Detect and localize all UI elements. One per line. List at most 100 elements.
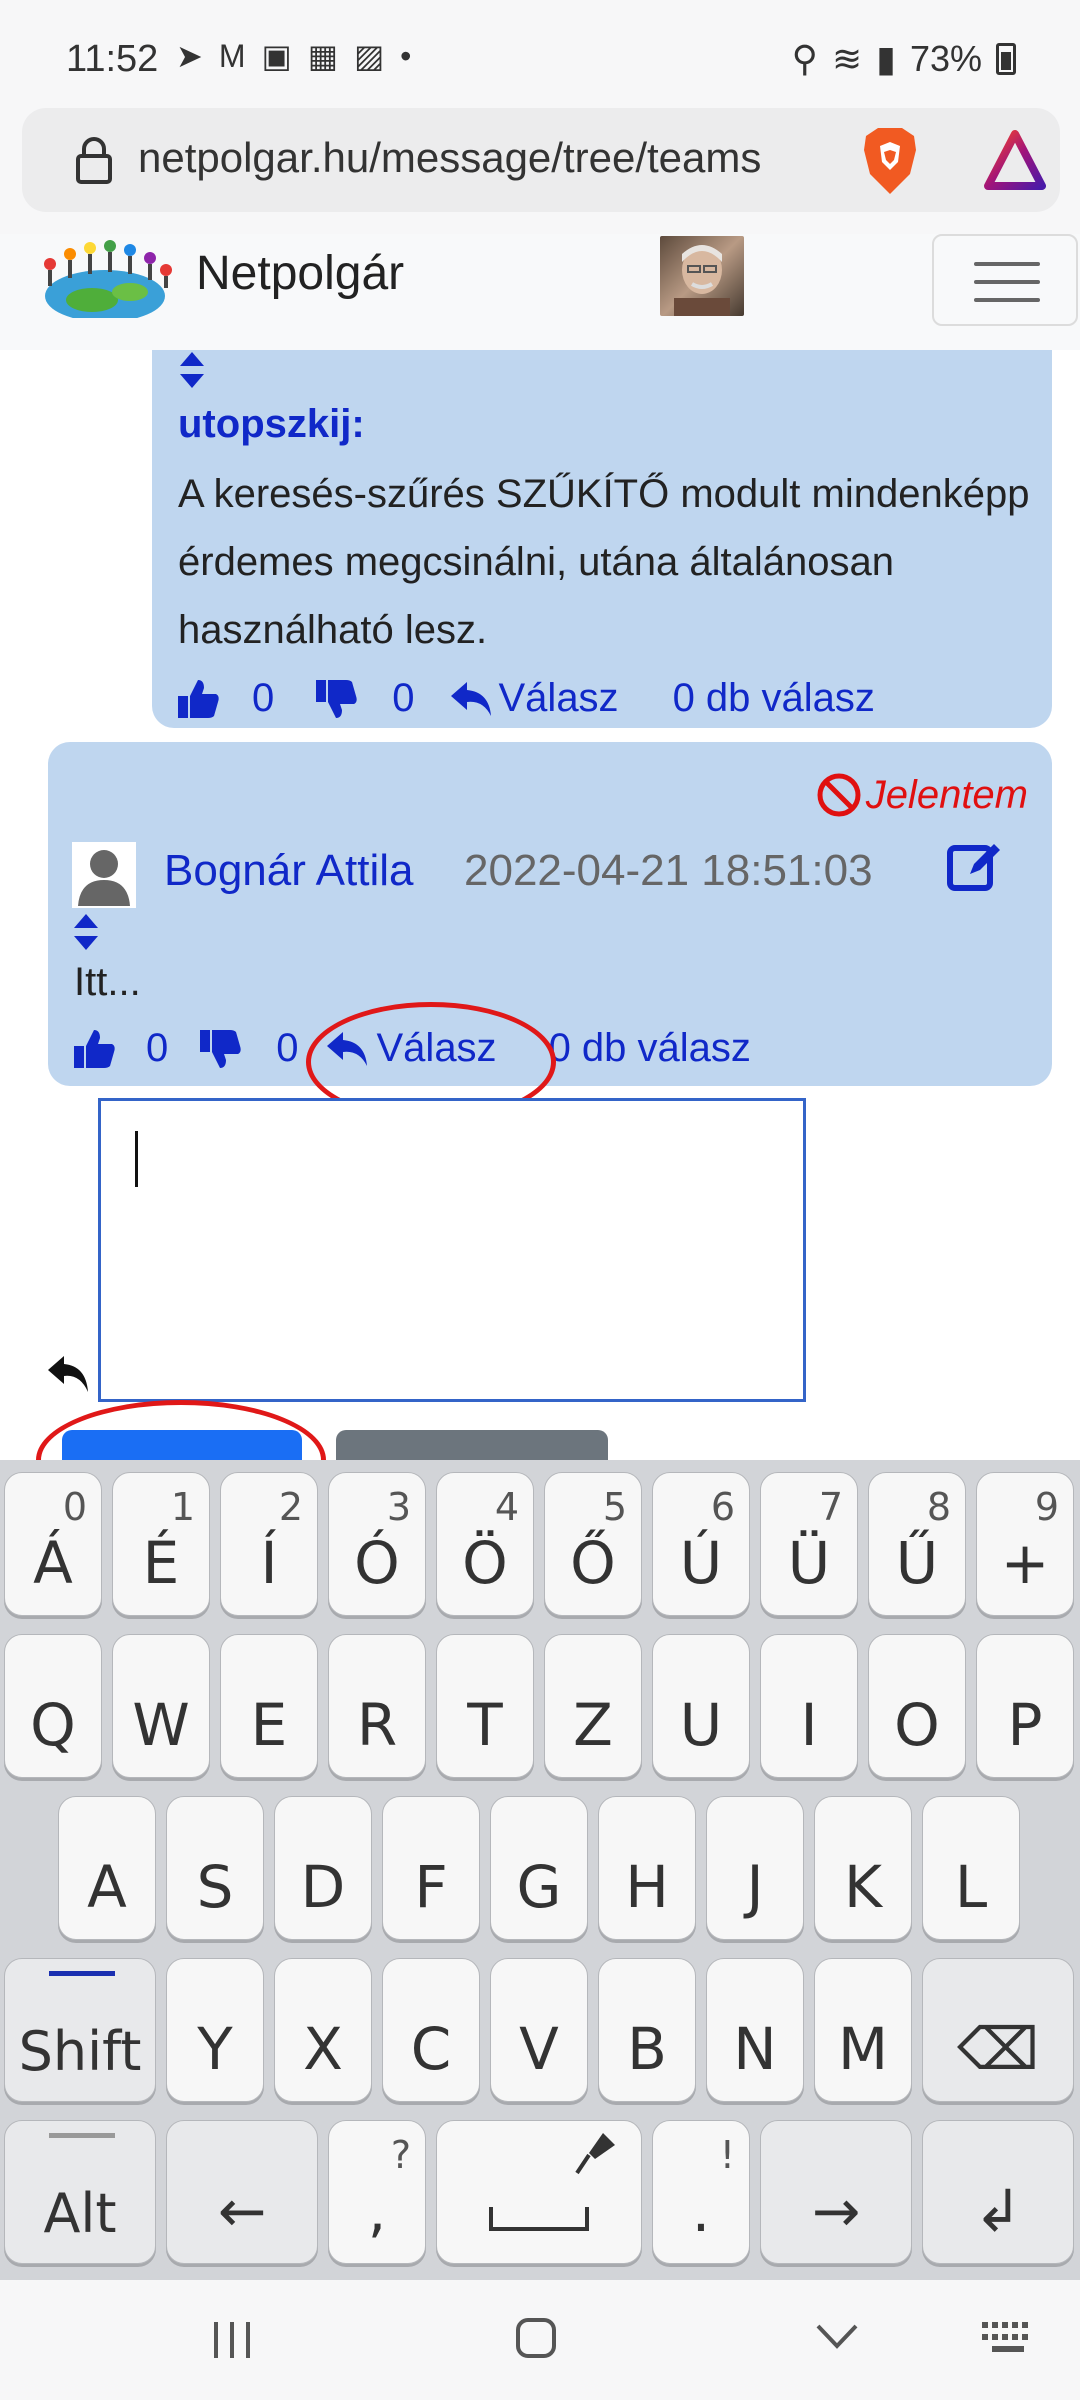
thumbs-up-icon[interactable] — [176, 678, 220, 720]
home-icon[interactable] — [512, 2314, 560, 2362]
hamburger-line — [974, 262, 1040, 266]
wifi-icon: ≋ — [831, 38, 863, 79]
microphone-icon[interactable] — [573, 2129, 619, 2177]
key[interactable]: T — [436, 1634, 534, 1778]
menu-toggle-button[interactable] — [932, 234, 1078, 326]
key[interactable]: R — [328, 1634, 426, 1778]
key[interactable]: 8Ű — [868, 1472, 966, 1616]
thumbs-down-icon[interactable] — [198, 1028, 242, 1070]
reply-icon[interactable] — [449, 680, 493, 718]
replies-count-link[interactable]: 0 db válasz — [549, 1026, 751, 1071]
reply-link[interactable]: Válasz — [499, 676, 619, 721]
key[interactable]: 2Í — [220, 1472, 318, 1616]
message-text: Itt... — [74, 960, 141, 1004]
site-brand[interactable]: Netpolgár — [196, 246, 404, 301]
ban-icon — [817, 773, 861, 817]
message-date: 2022-04-21 18:51:03 — [464, 846, 873, 895]
location-icon: ⚲ — [791, 38, 818, 79]
key[interactable]: G — [490, 1796, 588, 1940]
text-caret — [135, 1131, 138, 1187]
brave-rewards-icon[interactable] — [984, 130, 1046, 190]
key[interactable]: I — [760, 1634, 858, 1778]
shift-key[interactable]: Shift — [4, 1958, 156, 2102]
left-arrow-icon: ← — [217, 2177, 267, 2245]
key[interactable]: S — [166, 1796, 264, 1940]
system-icons: ⚲ ≋ ▮ 73% — [792, 38, 1016, 80]
thumbs-down-icon[interactable] — [314, 678, 358, 720]
key[interactable]: Z — [544, 1634, 642, 1778]
key[interactable]: K — [814, 1796, 912, 1940]
netpolgar-logo[interactable] — [30, 234, 180, 318]
notification-icons: ➤ M ▣ ▦ ▨ • — [176, 40, 411, 72]
key[interactable]: Y — [166, 1958, 264, 2102]
alt-key[interactable]: Alt — [4, 2120, 156, 2264]
address-bar[interactable]: netpolgar.hu/message/tree/teams — [22, 108, 1060, 212]
message-text: A keresés-szűrés SZŰKÍTŐ modult mindenké… — [178, 472, 1030, 652]
key[interactable]: 7Ü — [760, 1472, 858, 1616]
key[interactable]: X — [274, 1958, 372, 2102]
comma-key[interactable]: ?, — [328, 2120, 426, 2264]
key[interactable]: 0Á — [4, 1472, 102, 1616]
space-glyph — [489, 2207, 589, 2231]
key[interactable]: B — [598, 1958, 696, 2102]
key[interactable]: F — [382, 1796, 480, 1940]
enter-key[interactable]: ↲ — [922, 2120, 1074, 2264]
edit-icon[interactable] — [946, 838, 1004, 894]
key[interactable]: E — [220, 1634, 318, 1778]
right-arrow-key[interactable]: → — [760, 2120, 912, 2264]
key[interactable]: 6Ú — [652, 1472, 750, 1616]
alt-indicator — [49, 2133, 115, 2138]
reply-textarea[interactable] — [98, 1098, 806, 1402]
brave-shields-icon[interactable] — [858, 126, 922, 196]
thumbs-up-icon[interactable] — [72, 1028, 116, 1070]
key[interactable]: U — [652, 1634, 750, 1778]
replies-count-link[interactable]: 0 db válasz — [673, 676, 875, 721]
site-navbar: Netpolgár — [0, 234, 1080, 350]
key[interactable]: Q — [4, 1634, 102, 1778]
key[interactable]: 9 + — [976, 1472, 1074, 1616]
recent-apps-icon[interactable] — [210, 2318, 254, 2362]
status-bar: 11:52 ➤ M ▣ ▦ ▨ • ⚲ ≋ ▮ 73% — [0, 0, 1080, 108]
key[interactable]: 4Ö — [436, 1472, 534, 1616]
send-icon: ➤ — [176, 38, 203, 74]
key[interactable]: M — [814, 1958, 912, 2102]
key[interactable]: L — [922, 1796, 1020, 1940]
key[interactable]: D — [274, 1796, 372, 1940]
message-card: Jelentem Bognár Attila 2022-04-21 18:51:… — [48, 742, 1052, 1086]
back-chevron-icon[interactable] — [814, 2322, 860, 2352]
period-key[interactable]: !. — [652, 2120, 750, 2264]
key[interactable]: C — [382, 1958, 480, 2102]
message-actions: 0 0 Válasz 0 db válasz — [176, 676, 875, 721]
key[interactable]: O — [868, 1634, 966, 1778]
user-avatar[interactable] — [660, 236, 744, 316]
key[interactable]: A — [58, 1796, 156, 1940]
outlook-icon: ▣ — [261, 38, 292, 74]
backspace-key[interactable]: ⌫ — [922, 1958, 1074, 2102]
keyboard-switch-icon[interactable] — [980, 2320, 1036, 2354]
key[interactable]: N — [706, 1958, 804, 2102]
key[interactable]: 5Ő — [544, 1472, 642, 1616]
url-text[interactable]: netpolgar.hu/message/tree/teams — [138, 134, 828, 182]
key[interactable]: V — [490, 1958, 588, 2102]
dislike-count: 0 — [276, 1026, 299, 1070]
gallery-icon: ▨ — [353, 38, 385, 74]
space-key[interactable] — [436, 2120, 642, 2264]
key[interactable]: 3Ó — [328, 1472, 426, 1616]
browser-toolbar: netpolgar.hu/message/tree/teams — [0, 108, 1080, 234]
key[interactable]: P — [976, 1634, 1074, 1778]
message-tree: utopszkij: A keresés-szűrés SZŰKÍTŐ modu… — [0, 350, 1080, 1520]
sort-icon[interactable] — [178, 350, 206, 390]
right-arrow-icon: → — [811, 2177, 861, 2245]
left-arrow-key[interactable]: ← — [166, 2120, 318, 2264]
system-navigation-bar — [0, 2280, 1080, 2400]
hamburger-line — [974, 280, 1040, 284]
sort-icon[interactable] — [72, 912, 100, 952]
key[interactable]: J — [706, 1796, 804, 1940]
message-author[interactable]: Bognár Attila — [164, 846, 414, 896]
key[interactable]: W — [112, 1634, 210, 1778]
undo-icon[interactable] — [44, 1352, 92, 1394]
report-link[interactable]: Jelentem — [816, 772, 1028, 818]
key[interactable]: 1É — [112, 1472, 210, 1616]
message-author[interactable]: utopszkij: — [178, 402, 365, 447]
key[interactable]: H — [598, 1796, 696, 1940]
